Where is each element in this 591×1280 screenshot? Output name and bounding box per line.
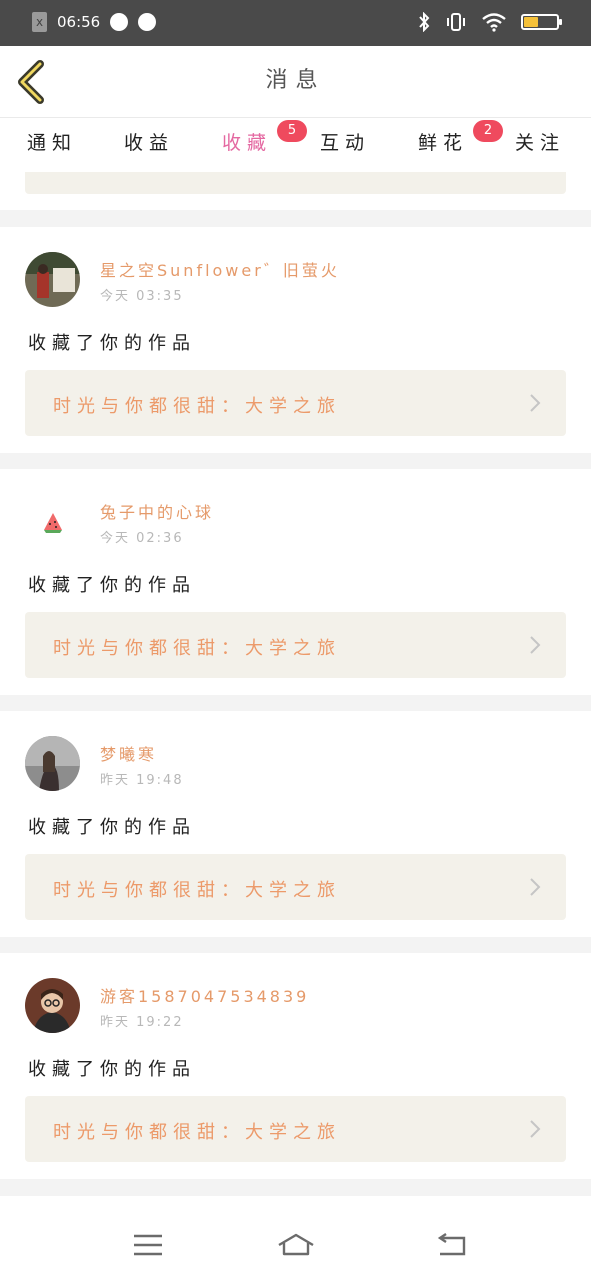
- chevron-right-icon: [530, 1120, 541, 1138]
- tab-earnings[interactable]: 收益: [109, 128, 189, 155]
- status-left: x 06:56: [32, 12, 157, 32]
- back-icon[interactable]: [434, 1232, 470, 1258]
- speedometer-icon: [138, 13, 157, 31]
- work-title: 时光与你都很甜：大学之旅: [53, 638, 341, 659]
- bluetooth-icon: [419, 12, 430, 32]
- timestamp: 昨天 19:22: [100, 1015, 184, 1030]
- home-icon[interactable]: [276, 1232, 316, 1258]
- list-item: 游客1587047534839 昨天 19:22 收藏了你的作品 时光与你都很甜…: [0, 953, 591, 1179]
- vibrate-icon: [447, 13, 465, 31]
- action-text: 收藏了你的作品: [28, 333, 196, 354]
- audio-icon: [110, 13, 129, 31]
- chevron-right-icon: [530, 636, 541, 654]
- status-bar: x 06:56: [0, 0, 591, 46]
- username[interactable]: 兔子中的心球: [100, 499, 214, 523]
- tab-favorites[interactable]: 收藏 5: [207, 120, 307, 175]
- chevron-right-icon: [530, 394, 541, 412]
- chevron-right-icon: [530, 878, 541, 896]
- avatar[interactable]: [25, 978, 80, 1033]
- tab-label: 收益: [123, 132, 174, 154]
- work-title: 时光与你都很甜：大学之旅: [53, 396, 341, 417]
- username[interactable]: 游客1587047534839: [100, 983, 309, 1007]
- work-link[interactable]: 时光与你都很甜：大学之旅: [25, 612, 566, 678]
- notification-icon: x: [32, 12, 47, 32]
- action-text: 收藏了你的作品: [28, 1059, 196, 1080]
- work-link[interactable]: 时光与你都很甜：大学之旅: [25, 1096, 566, 1162]
- work-title: 时光与你都很甜：大学之旅: [53, 1122, 341, 1143]
- flowers-badge: 2: [473, 120, 503, 142]
- tab-flowers[interactable]: 鲜花 2: [403, 120, 503, 155]
- wifi-icon: [482, 13, 506, 32]
- header-bar: 消息: [0, 46, 591, 118]
- list-item: 兔子中的心球 今天 02:36 收藏了你的作品 时光与你都很甜：大学之旅: [0, 469, 591, 695]
- avatar[interactable]: [25, 494, 80, 549]
- work-link[interactable]: 时光与你都很甜：大学之旅: [25, 854, 566, 920]
- list-item: 梦曦寒 昨天 19:48 收藏了你的作品 时光与你都很甜：大学之旅: [0, 711, 591, 937]
- tab-follows[interactable]: 关注: [500, 128, 580, 155]
- work-card-remnant[interactable]: [25, 172, 566, 194]
- timestamp: 昨天 19:48: [100, 773, 184, 788]
- system-nav-bar: [0, 1196, 591, 1280]
- action-text: 收藏了你的作品: [28, 575, 196, 596]
- action-text: 收藏了你的作品: [28, 817, 196, 838]
- tab-label: 通知: [26, 132, 77, 154]
- status-right: [417, 12, 562, 32]
- favorites-badge: 5: [277, 120, 307, 142]
- notification-list: 星之空Sunflower゛旧萤火 今天 03:35 收藏了你的作品 时光与你都很…: [0, 227, 591, 1195]
- tab-label: 鲜花: [417, 132, 468, 154]
- previous-card-remnant: [0, 172, 591, 210]
- list-item: 星之空Sunflower゛旧萤火 今天 03:35 收藏了你的作品 时光与你都很…: [0, 227, 591, 453]
- page-title: 消息: [265, 68, 326, 93]
- timestamp: 今天 02:36: [100, 531, 184, 546]
- timestamp: 今天 03:35: [100, 289, 184, 304]
- username[interactable]: 星之空Sunflower゛旧萤火: [100, 257, 340, 281]
- tab-bar: 通知 收益 收藏 5 互动 鲜花 2 关注: [0, 118, 591, 175]
- menu-icon[interactable]: [130, 1232, 166, 1258]
- tab-notifications[interactable]: 通知: [12, 128, 92, 155]
- avatar[interactable]: [25, 252, 80, 307]
- battery-icon: [521, 14, 562, 30]
- avatar[interactable]: [25, 736, 80, 791]
- username[interactable]: 梦曦寒: [100, 741, 157, 765]
- tab-label: 收藏: [221, 132, 272, 154]
- tab-label: 关注: [514, 132, 565, 154]
- work-link[interactable]: 时光与你都很甜：大学之旅: [25, 370, 566, 436]
- tab-label: 互动: [319, 132, 370, 154]
- work-title: 时光与你都很甜：大学之旅: [53, 880, 341, 901]
- status-time: 06:56: [57, 13, 101, 31]
- tab-interactions[interactable]: 互动: [305, 128, 385, 155]
